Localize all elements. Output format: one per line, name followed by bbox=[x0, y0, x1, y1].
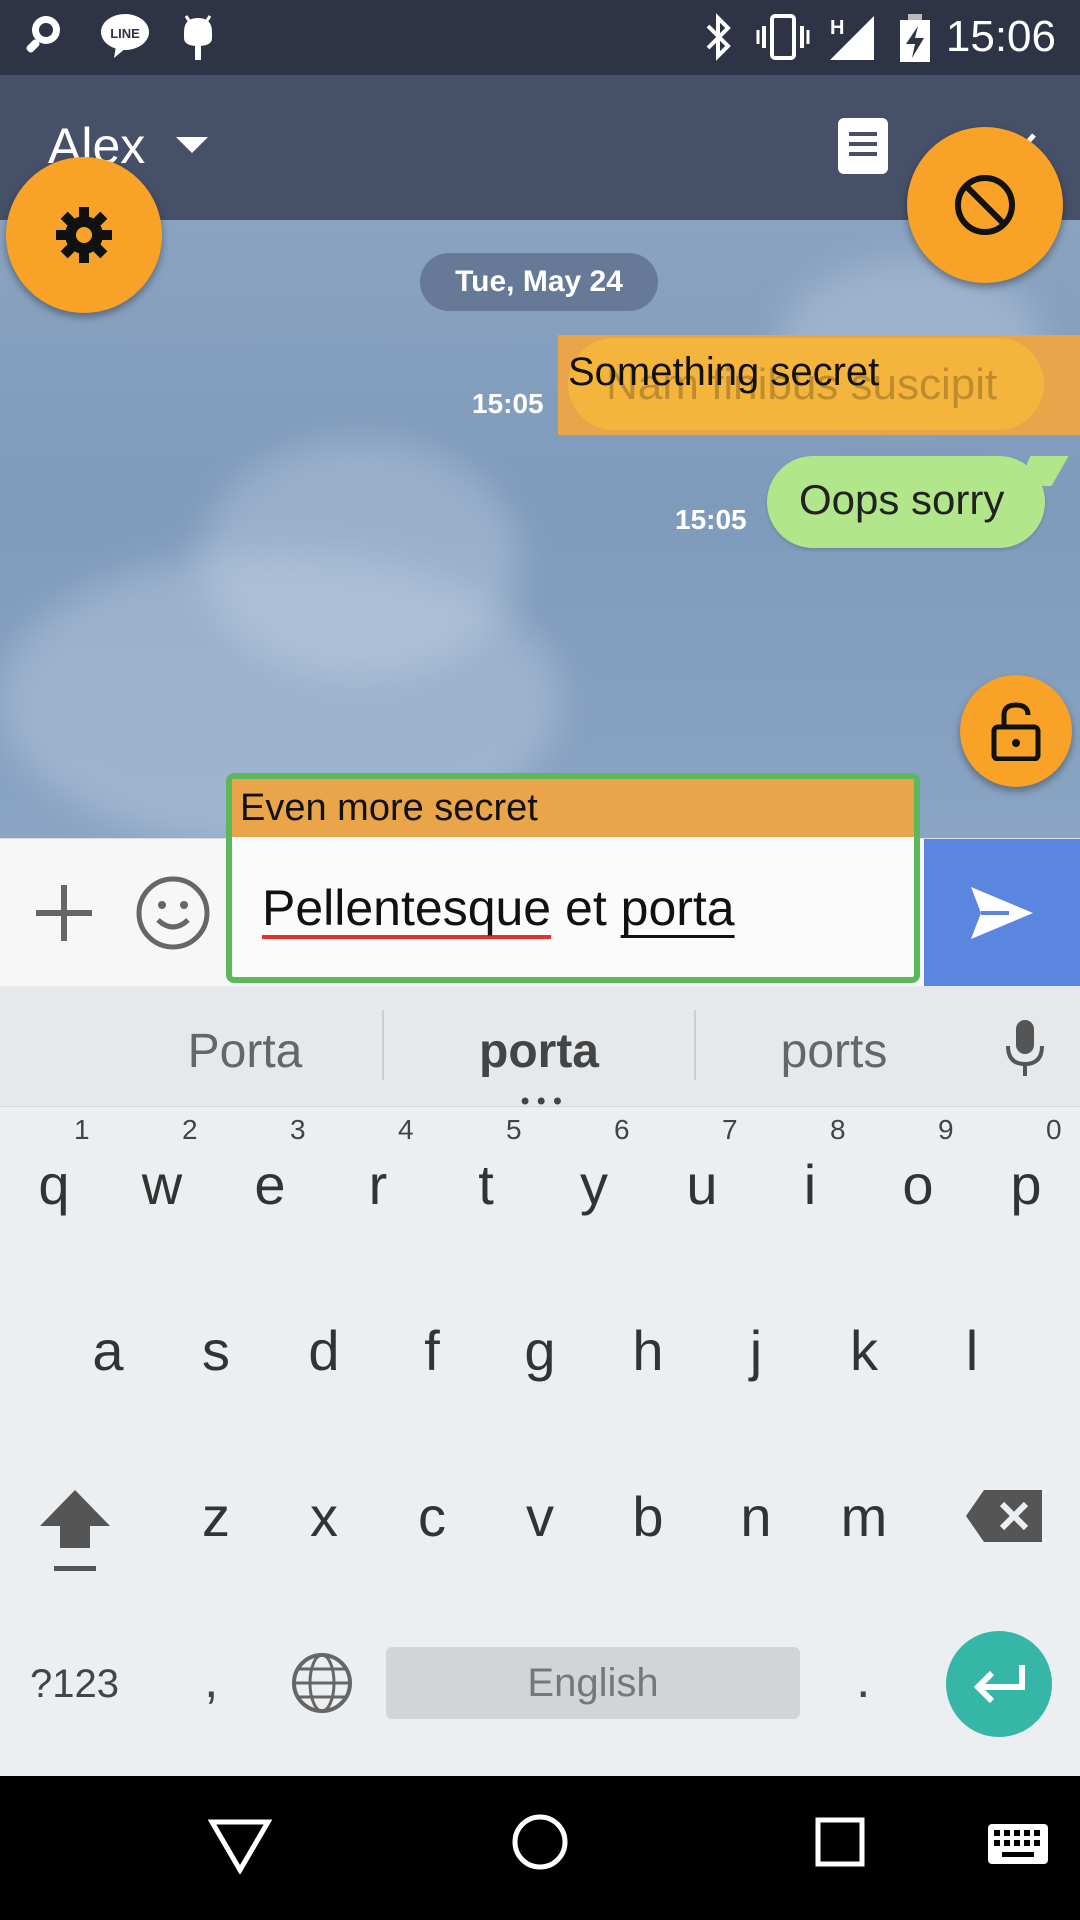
status-bar: LINE H 15:06 bbox=[0, 0, 1080, 75]
key-l[interactable]: l bbox=[932, 1318, 1012, 1383]
key-t[interactable]: t bbox=[446, 1152, 526, 1217]
key-f[interactable]: f bbox=[392, 1318, 472, 1383]
input-word: porta bbox=[620, 880, 735, 936]
input-word: Pellentesque bbox=[262, 880, 552, 936]
signal-h-icon: H bbox=[830, 16, 874, 60]
date-divider: Tue, May 24 bbox=[420, 253, 658, 311]
key-p[interactable]: p bbox=[986, 1152, 1066, 1217]
suggestion-item[interactable]: ports bbox=[684, 1024, 984, 1079]
key-y[interactable]: y bbox=[554, 1152, 634, 1217]
key-s[interactable]: s bbox=[176, 1318, 256, 1383]
period-key[interactable]: . bbox=[856, 1650, 870, 1710]
send-button[interactable] bbox=[924, 839, 1080, 987]
unlocked-padlock-icon bbox=[991, 702, 1041, 761]
more-suggestions-dots[interactable]: ••• bbox=[518, 1088, 566, 1116]
smiley-icon[interactable] bbox=[134, 874, 212, 952]
back-icon[interactable] bbox=[208, 1816, 272, 1874]
symbols-key[interactable]: ?123 bbox=[30, 1662, 119, 1707]
key-hint: 0 bbox=[1046, 1114, 1062, 1145]
plus-icon[interactable] bbox=[32, 881, 96, 945]
key-h[interactable]: h bbox=[608, 1318, 688, 1383]
secret-input-label: Even more secret bbox=[240, 787, 538, 829]
line-app-icon: LINE bbox=[101, 14, 149, 58]
suggestion-strip: Porta porta ••• ports bbox=[0, 986, 1080, 1116]
key-n[interactable]: n bbox=[716, 1484, 796, 1549]
key-hint: 9 bbox=[938, 1114, 954, 1145]
settings-button[interactable] bbox=[6, 157, 162, 313]
lock-button[interactable] bbox=[960, 675, 1072, 787]
key-j[interactable]: j bbox=[716, 1318, 796, 1383]
gear-icon bbox=[56, 207, 112, 263]
globe-icon[interactable] bbox=[290, 1651, 354, 1715]
key-r[interactable]: r bbox=[338, 1152, 418, 1217]
shift-icon[interactable] bbox=[36, 1486, 114, 1578]
microphone-icon[interactable] bbox=[1004, 1018, 1046, 1078]
recents-icon[interactable] bbox=[814, 1816, 866, 1868]
key-m[interactable]: m bbox=[824, 1484, 904, 1549]
vibrate-icon bbox=[756, 14, 810, 60]
message-input[interactable]: Pellentesque et porta bbox=[262, 879, 735, 937]
key-g[interactable]: g bbox=[500, 1318, 580, 1383]
message-time: 15:05 bbox=[472, 388, 544, 419]
chat-area: Tue, May 24 15:05 Nam finibus suscipit S… bbox=[0, 220, 1080, 838]
key-e[interactable]: e bbox=[230, 1152, 310, 1217]
comma-key[interactable]: , bbox=[204, 1650, 218, 1710]
key-b[interactable]: b bbox=[608, 1484, 688, 1549]
secret-input-header: Even more secret bbox=[232, 779, 914, 837]
soft-keyboard: Porta porta ••• ports q 1 w 2 e 3 r 4 t 5 y 6 u 7 i 8 o 9… bbox=[0, 986, 1080, 1776]
key-hint: 4 bbox=[398, 1114, 414, 1145]
key-v[interactable]: v bbox=[500, 1484, 580, 1549]
key-hint: 3 bbox=[290, 1114, 306, 1145]
key-hint: 6 bbox=[614, 1114, 630, 1145]
return-arrow-icon bbox=[973, 1665, 1025, 1704]
space-key[interactable]: English bbox=[386, 1647, 800, 1719]
secret-input-overlay[interactable]: Even more secret Pellentesque et porta bbox=[226, 773, 920, 983]
key-hint: 7 bbox=[722, 1114, 738, 1145]
key-hint: 1 bbox=[74, 1114, 90, 1145]
notes-icon[interactable] bbox=[838, 118, 888, 174]
prohibited-icon bbox=[955, 175, 1015, 235]
dropdown-caret-icon[interactable] bbox=[176, 137, 208, 153]
clock: 15:06 bbox=[945, 12, 1056, 61]
svg-text:LINE: LINE bbox=[110, 26, 140, 41]
key-i[interactable]: i bbox=[770, 1152, 850, 1217]
home-icon[interactable] bbox=[510, 1812, 570, 1872]
android-debug-icon bbox=[184, 15, 212, 60]
key-u[interactable]: u bbox=[662, 1152, 742, 1217]
key-w[interactable]: w bbox=[122, 1152, 202, 1217]
svg-text:H: H bbox=[830, 17, 844, 39]
secret-label: Something secret bbox=[568, 350, 880, 394]
enter-key[interactable] bbox=[946, 1631, 1052, 1737]
bluetooth-icon bbox=[706, 13, 731, 61]
suggestion-item[interactable]: Porta bbox=[95, 1024, 395, 1079]
key-hint: 2 bbox=[182, 1114, 198, 1145]
key-c[interactable]: c bbox=[392, 1484, 472, 1549]
key-o[interactable]: o bbox=[878, 1152, 958, 1217]
input-word: et bbox=[565, 880, 607, 936]
key-q[interactable]: q bbox=[14, 1152, 94, 1217]
block-button[interactable] bbox=[907, 127, 1063, 283]
key-hint: 5 bbox=[506, 1114, 522, 1145]
message-time: 15:05 bbox=[675, 504, 747, 535]
key-d[interactable]: d bbox=[284, 1318, 364, 1383]
navigation-bar bbox=[0, 1776, 1080, 1920]
battery-charging-icon bbox=[900, 14, 930, 62]
key-z[interactable]: z bbox=[176, 1484, 256, 1549]
key-x[interactable]: x bbox=[284, 1484, 364, 1549]
key-a[interactable]: a bbox=[68, 1318, 148, 1383]
message-bubble[interactable]: Oops sorry bbox=[767, 456, 1045, 548]
backspace-icon[interactable] bbox=[964, 1488, 1044, 1544]
keyboard-switch-icon[interactable] bbox=[986, 1822, 1050, 1866]
suggestion-divider bbox=[382, 1010, 384, 1080]
key-hint: 8 bbox=[830, 1114, 846, 1145]
magnifier-chat-icon bbox=[26, 16, 60, 53]
key-k[interactable]: k bbox=[824, 1318, 904, 1383]
send-icon bbox=[971, 887, 1033, 939]
suggestion-item-selected[interactable]: porta bbox=[389, 1024, 689, 1079]
message-text: Oops sorry bbox=[799, 476, 1005, 523]
